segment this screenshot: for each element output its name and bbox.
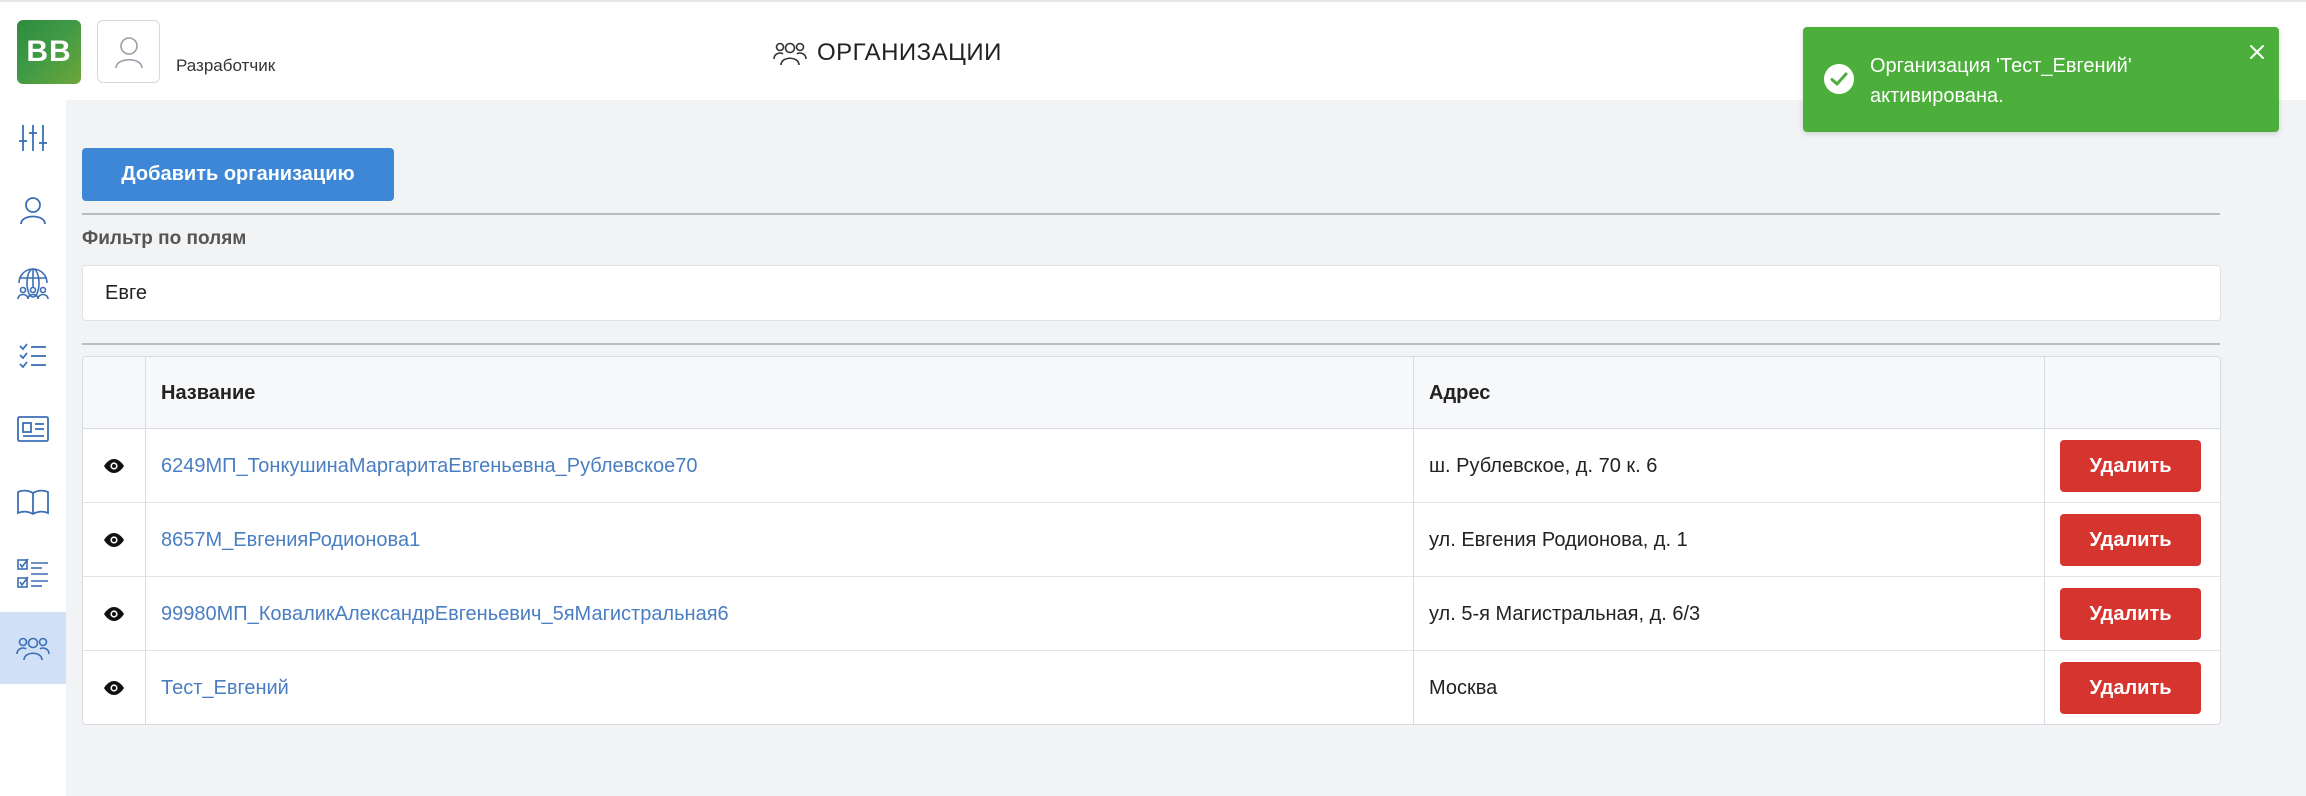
column-header-address[interactable]: Адрес [1413,357,1490,429]
organization-address: ул. Евгения Родионова, д. 1 [1429,528,1688,551]
tasks-icon [17,558,48,588]
organization-address: ул. 5-я Магистральная, д. 6/3 [1429,602,1701,625]
page-title: ОРГАНИЗАЦИИ [773,36,1002,70]
globe-users-icon [17,268,49,300]
sidebar-item-settings[interactable] [0,102,66,174]
user-role: Разработчик [176,56,276,75]
sidebar-item-cards[interactable] [0,393,66,465]
user-avatar-icon [114,36,143,68]
sidebar-item-regions[interactable] [0,247,66,319]
toast-message: Организация 'Тест_Евгений' активирована. [1870,55,2132,107]
toast-close-button[interactable] [2246,41,2268,63]
view-button[interactable] [83,429,145,503]
table-header: Название Адрес [83,357,2220,429]
check-circle-icon [1824,64,1854,94]
close-icon [2250,45,2264,59]
user-icon [20,197,46,225]
column-header-name[interactable]: Название [145,357,255,429]
sidebar-item-users[interactable] [0,174,66,246]
column-divider [1413,357,1414,724]
checklist-icon [19,343,46,369]
sidebar-item-tasks[interactable] [0,539,66,611]
organization-address: ш. Рублевское, д. 70 к. 6 [1429,454,1658,477]
filter-label: Фильтр по полям [82,228,247,249]
table-row: 6249МП_ТонкушинаМаргаритаЕвгеньевна_Рубл… [83,429,2220,503]
organizations-table: Название Адрес 6249МП_ТонкушинаМаргарита… [82,356,2221,725]
organization-link[interactable]: 8657М_ЕвгенияРодионова1 [161,503,420,577]
delete-button[interactable]: Удалить [2060,588,2201,640]
avatar[interactable] [97,20,160,83]
page-title-text: ОРГАНИЗАЦИИ [817,39,1002,66]
view-button[interactable] [83,651,145,724]
organizations-icon [16,637,50,661]
table-row: 99980МП_КоваликАлександрЕвгеньевич_5яМаг… [83,577,2220,651]
eye-icon [104,607,124,621]
eye-icon [104,459,124,473]
eye-icon [104,681,124,695]
view-button[interactable] [83,577,145,651]
organization-address: Москва [1429,676,1498,699]
delete-button[interactable]: Удалить [2060,514,2201,566]
eye-icon [104,533,124,547]
organizations-icon [773,42,807,66]
organization-link[interactable]: Тест_Евгений [161,651,289,724]
sidebar [0,100,66,796]
filter-input[interactable] [82,265,2221,321]
table-row: 8657М_ЕвгенияРодионова1 ул. Евгения Роди… [83,503,2220,577]
delete-button[interactable]: Удалить [2060,662,2201,714]
book-icon [17,489,49,516]
sidebar-item-organizations[interactable] [0,612,66,684]
sidebar-item-checklists[interactable] [0,320,66,392]
table-row: Тест_Евгений Москва Удалить [83,651,2220,724]
app-logo[interactable]: BB [17,20,81,84]
add-organization-button[interactable]: Добавить организацию [82,148,394,201]
column-divider [145,357,146,724]
organization-link[interactable]: 99980МП_КоваликАлександрЕвгеньевич_5яМаг… [161,577,729,651]
sidebar-item-docs[interactable] [0,466,66,538]
divider [82,213,2220,215]
divider [82,343,2220,345]
column-divider [2044,357,2045,724]
sliders-icon [19,125,47,151]
delete-button[interactable]: Удалить [2060,440,2201,492]
organization-link[interactable]: 6249МП_ТонкушинаМаргаритаЕвгеньевна_Рубл… [161,429,698,503]
success-toast: Организация 'Тест_Евгений' активирована. [1803,27,2279,132]
id-card-icon [17,416,49,442]
view-button[interactable] [83,503,145,577]
